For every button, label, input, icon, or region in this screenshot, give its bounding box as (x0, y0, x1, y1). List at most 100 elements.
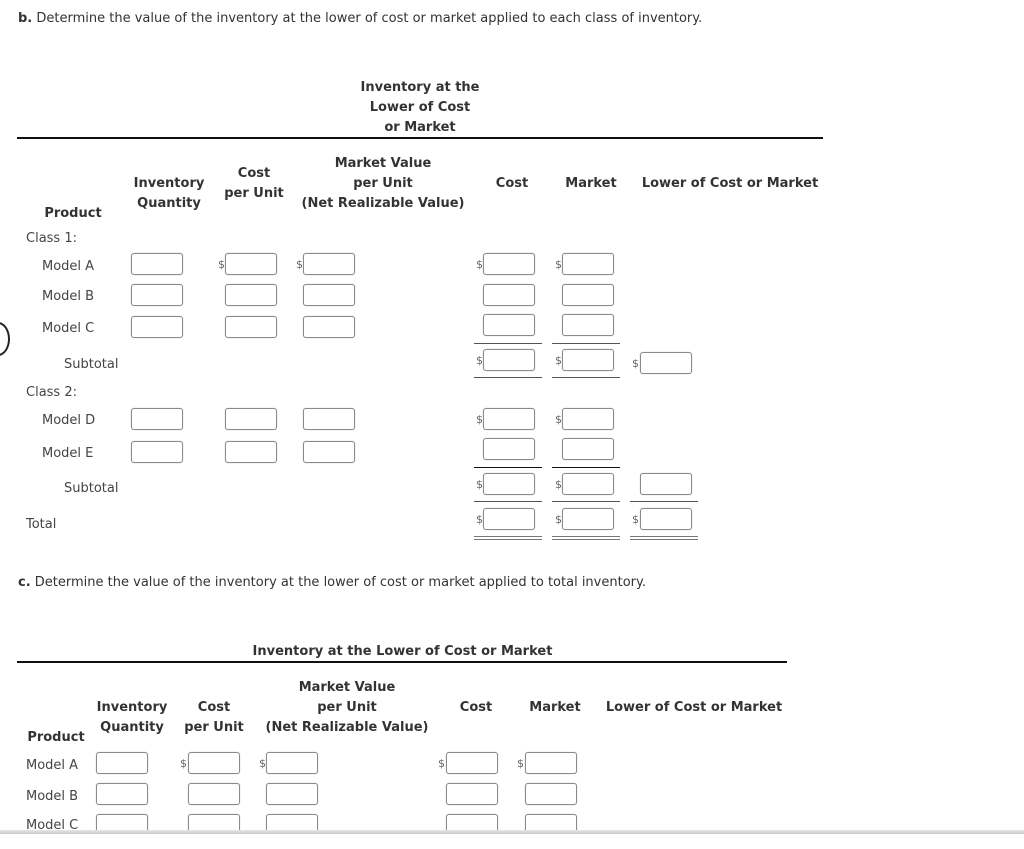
model-c-market-input[interactable] (562, 314, 614, 336)
part-c-header-rule (17, 661, 787, 663)
c-model-b-market-value-input[interactable] (266, 783, 318, 805)
row-label-model-e: Model E (42, 446, 94, 461)
part-c-group-header: Inventory at the Lower of Cost or Market (252, 644, 553, 659)
dollar-sign: $ (476, 513, 483, 526)
col-text: per Unit (224, 186, 284, 201)
bottom-blank-area (0, 834, 1024, 849)
model-e-quantity-input[interactable] (131, 441, 183, 463)
model-a-market-value-input[interactable] (303, 253, 355, 275)
class2-subtotal-lcm-input[interactable] (640, 473, 692, 495)
c-model-b-quantity-input[interactable] (96, 783, 148, 805)
col-lcm: Lower of Cost or Market (641, 176, 819, 191)
underline (552, 501, 620, 502)
underline (552, 343, 620, 344)
col-text: Quantity (100, 720, 164, 735)
model-b-cost-input[interactable] (483, 284, 535, 306)
col-market-value: Market Value per Unit (Net Realizable Va… (290, 154, 476, 214)
total-lcm-input[interactable] (640, 508, 692, 530)
part-b-text: Determine the value of the inventory at … (36, 11, 703, 26)
dollar-sign: $ (438, 757, 445, 770)
model-e-cost-input[interactable] (483, 438, 535, 460)
part-c-letter: c. (18, 575, 31, 590)
col-cost-per-unit: Cost per Unit (214, 164, 294, 204)
dollar-sign: $ (555, 354, 562, 367)
col-text: Cost (237, 166, 271, 181)
model-d-cost-input[interactable] (483, 408, 535, 430)
part-b-letter: b. (18, 11, 33, 26)
class1-subtotal-lcm-input[interactable] (640, 352, 692, 374)
model-a-cost-per-unit-input[interactable] (225, 253, 277, 275)
model-a-market-input[interactable] (562, 253, 614, 275)
dollar-sign: $ (218, 258, 225, 271)
class2-subtotal-market-input[interactable] (562, 473, 614, 495)
model-c-cost-input[interactable] (483, 314, 535, 336)
underline (552, 377, 620, 378)
total-market-input[interactable] (562, 508, 614, 530)
model-d-quantity-input[interactable] (131, 408, 183, 430)
col-text: Market Value (334, 156, 432, 171)
model-d-market-value-input[interactable] (303, 408, 355, 430)
c-model-a-quantity-input[interactable] (96, 752, 148, 774)
class1-subtotal-market-input[interactable] (562, 349, 614, 371)
part-b-header-rule (17, 137, 823, 139)
class1-label: Class 1: (26, 231, 77, 246)
model-b-cost-per-unit-input[interactable] (225, 284, 277, 306)
c-model-a-market-value-input[interactable] (266, 752, 318, 774)
partial-circle-icon (0, 322, 10, 356)
c-model-b-cost-input[interactable] (446, 783, 498, 805)
subtotal-label-class2: Subtotal (64, 481, 119, 496)
col-market-value: Market Value per Unit (Net Realizable Va… (254, 678, 440, 738)
col-text: Inventory (133, 176, 205, 191)
col-text: (Net Realizable Value) (265, 720, 429, 735)
model-a-quantity-input[interactable] (131, 253, 183, 275)
col-text: Inventory (96, 700, 168, 715)
dollar-sign: $ (517, 757, 524, 770)
underline (474, 501, 542, 502)
col-market: Market (529, 700, 581, 715)
model-b-quantity-input[interactable] (131, 284, 183, 306)
class2-subtotal-cost-input[interactable] (483, 473, 535, 495)
class1-subtotal-cost-input[interactable] (483, 349, 535, 371)
model-e-market-input[interactable] (562, 438, 614, 460)
col-text: per Unit (317, 700, 377, 715)
col-lcm: Lower of Cost or Market (605, 700, 783, 715)
double-underline (552, 536, 620, 540)
dollar-sign: $ (476, 354, 483, 367)
model-b-market-value-input[interactable] (303, 284, 355, 306)
c-model-b-market-input[interactable] (525, 783, 577, 805)
model-d-market-input[interactable] (562, 408, 614, 430)
col-text: Cost (197, 700, 231, 715)
dollar-sign: $ (632, 513, 639, 526)
model-e-cost-per-unit-input[interactable] (225, 441, 277, 463)
c-model-a-cost-per-unit-input[interactable] (188, 752, 240, 774)
part-c-instruction: c. Determine the value of the inventory … (18, 575, 646, 590)
c-model-a-cost-input[interactable] (446, 752, 498, 774)
part-b-group-header: Inventory at the Lower of Cost or Market (320, 78, 520, 138)
row-label-model-c: Model C (42, 321, 95, 336)
dollar-sign: $ (555, 258, 562, 271)
class2-label: Class 2: (26, 385, 77, 400)
model-b-market-input[interactable] (562, 284, 614, 306)
col-inventory-quantity: Inventory Quantity (124, 174, 214, 214)
group-header-line: Lower of Cost (369, 100, 471, 115)
part-c-text: Determine the value of the inventory at … (34, 575, 646, 590)
dollar-sign: $ (296, 258, 303, 271)
model-c-cost-per-unit-input[interactable] (225, 316, 277, 338)
group-header-line: or Market (384, 120, 456, 135)
model-a-cost-input[interactable] (483, 253, 535, 275)
model-c-quantity-input[interactable] (131, 316, 183, 338)
col-market: Market (565, 176, 617, 191)
model-c-market-value-input[interactable] (303, 316, 355, 338)
c-model-b-cost-per-unit-input[interactable] (188, 783, 240, 805)
model-d-cost-per-unit-input[interactable] (225, 408, 277, 430)
col-inventory-quantity: Inventory Quantity (88, 698, 176, 738)
c-model-a-market-input[interactable] (525, 752, 577, 774)
dollar-sign: $ (555, 513, 562, 526)
dollar-sign: $ (476, 258, 483, 271)
part-b-instruction: b. Determine the value of the inventory … (18, 11, 702, 26)
total-label: Total (26, 517, 57, 532)
model-e-market-value-input[interactable] (303, 441, 355, 463)
col-product: Product (44, 206, 102, 221)
total-cost-input[interactable] (483, 508, 535, 530)
subtotal-label-class1: Subtotal (64, 357, 119, 372)
